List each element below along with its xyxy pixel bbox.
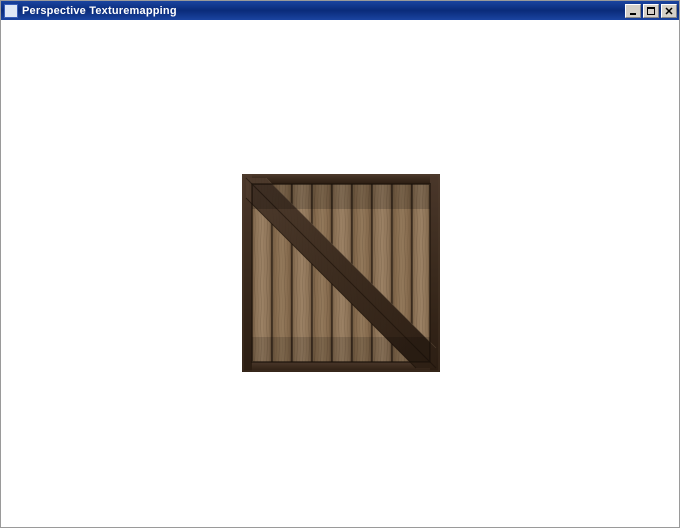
maximize-icon <box>647 7 655 15</box>
application-window: Perspective Texturemapping <box>0 0 680 528</box>
titlebar[interactable]: Perspective Texturemapping <box>1 1 679 20</box>
close-icon <box>665 7 673 15</box>
minimize-button[interactable] <box>625 4 641 18</box>
system-menu-icon[interactable] <box>4 4 18 18</box>
rendered-crate <box>242 174 440 372</box>
minimize-icon <box>629 7 637 15</box>
maximize-button[interactable] <box>643 4 659 18</box>
client-area <box>1 20 679 527</box>
window-controls <box>625 4 677 18</box>
window-title: Perspective Texturemapping <box>22 5 177 17</box>
close-button[interactable] <box>661 4 677 18</box>
